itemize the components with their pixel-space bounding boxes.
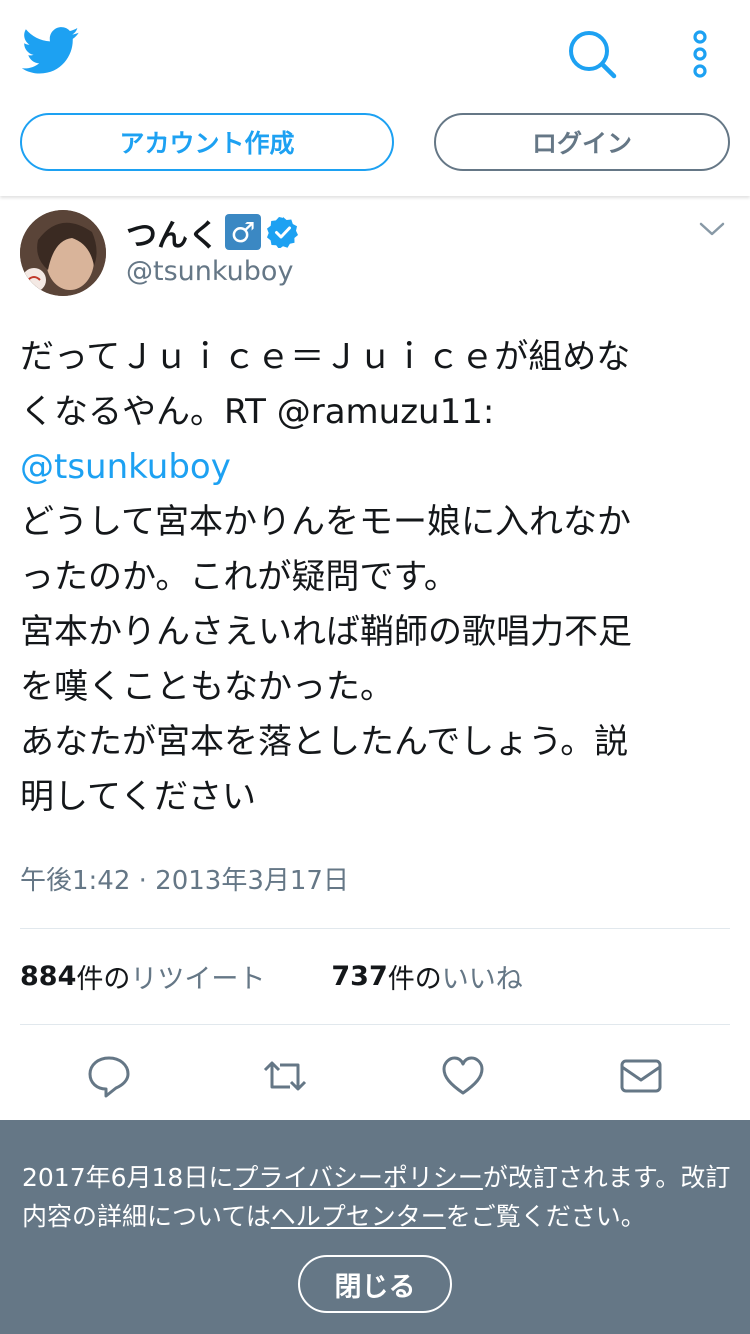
tweet-text-line: あなたが宮本を落としたんでしょう。説: [20, 722, 629, 762]
chevron-down-icon[interactable]: [698, 220, 726, 238]
tweet-text-line: ったのか。これが疑問です。: [20, 557, 458, 597]
retweet-count-label: リツイート: [130, 963, 266, 995]
banner-text-part: 2017年6月18日に: [22, 1163, 234, 1192]
like-count-label: いいね: [441, 963, 523, 995]
retweet-count[interactable]: 884 件の リツイート: [20, 957, 265, 996]
retweet-icon[interactable]: [262, 1053, 308, 1099]
avatar-photo: [20, 210, 106, 296]
signup-button[interactable]: アカウント作成: [20, 113, 394, 171]
tweet-text-line: を嘆くこともなかった。: [20, 667, 394, 707]
author-handle[interactable]: @tsunkuboy: [126, 256, 293, 287]
like-count-suffix: 件の: [387, 963, 442, 995]
like-icon[interactable]: [440, 1053, 486, 1099]
message-icon[interactable]: [618, 1053, 664, 1099]
privacy-policy-link[interactable]: プライバシーポリシー: [233, 1163, 483, 1192]
tweet-text-line: 宮本かりんさえいれば鞘師の歌唱力不足: [20, 612, 632, 652]
retweet-count-value: 884: [20, 960, 77, 992]
help-center-link[interactable]: ヘルプセンター: [271, 1202, 446, 1231]
divider: [20, 928, 730, 929]
author-row: つんく ♂: [126, 210, 299, 255]
male-sign-icon: ♂: [225, 214, 261, 250]
tweet-actions: [0, 1041, 750, 1111]
search-icon[interactable]: [566, 28, 618, 80]
tweet-stats: 884 件の リツイート 737 件の いいね: [20, 956, 523, 996]
tweet-text-line: だってＪｕｉｃｅ＝Ｊｕｉｃｅが組めな: [20, 337, 631, 377]
verified-badge-icon: [267, 217, 298, 248]
banner-message: 2017年6月18日にプライバシーポリシーが改訂されます。改訂内容の詳細について…: [22, 1158, 732, 1236]
tweet-text-line: 明してください: [20, 777, 256, 817]
tweet-text-line: どうして宮本かりんをモー娘に入れなか: [20, 502, 631, 542]
like-count[interactable]: 737 件の いいね: [331, 957, 522, 996]
banner-text-part: をご覧ください。: [445, 1202, 646, 1231]
avatar[interactable]: [20, 210, 106, 296]
login-button[interactable]: ログイン: [434, 113, 730, 171]
author-name[interactable]: つんく: [126, 210, 219, 255]
like-count-value: 737: [331, 960, 388, 992]
tweet-text-line: くなるやん。RT @ramuzu11:: [20, 392, 495, 432]
tweet-text: だってＪｕｉｃｅ＝Ｊｕｉｃｅが組めな くなるやん。RT @ramuzu11: @…: [20, 330, 720, 825]
tweet-timestamp[interactable]: 午後1:42 · 2013年3月17日: [20, 860, 349, 897]
reply-icon[interactable]: [86, 1053, 132, 1099]
divider: [20, 1024, 730, 1025]
twitter-bird-icon[interactable]: [22, 26, 80, 76]
mention-link[interactable]: @tsunkuboy: [20, 440, 720, 495]
close-button[interactable]: 閉じる: [298, 1255, 452, 1313]
retweet-count-suffix: 件の: [76, 963, 131, 995]
privacy-policy-banner: 2017年6月18日にプライバシーポリシーが改訂されます。改訂内容の詳細について…: [0, 1120, 750, 1334]
top-bar: アカウント作成 ログイン: [0, 0, 750, 196]
vertical-ellipsis-icon[interactable]: [690, 30, 710, 78]
